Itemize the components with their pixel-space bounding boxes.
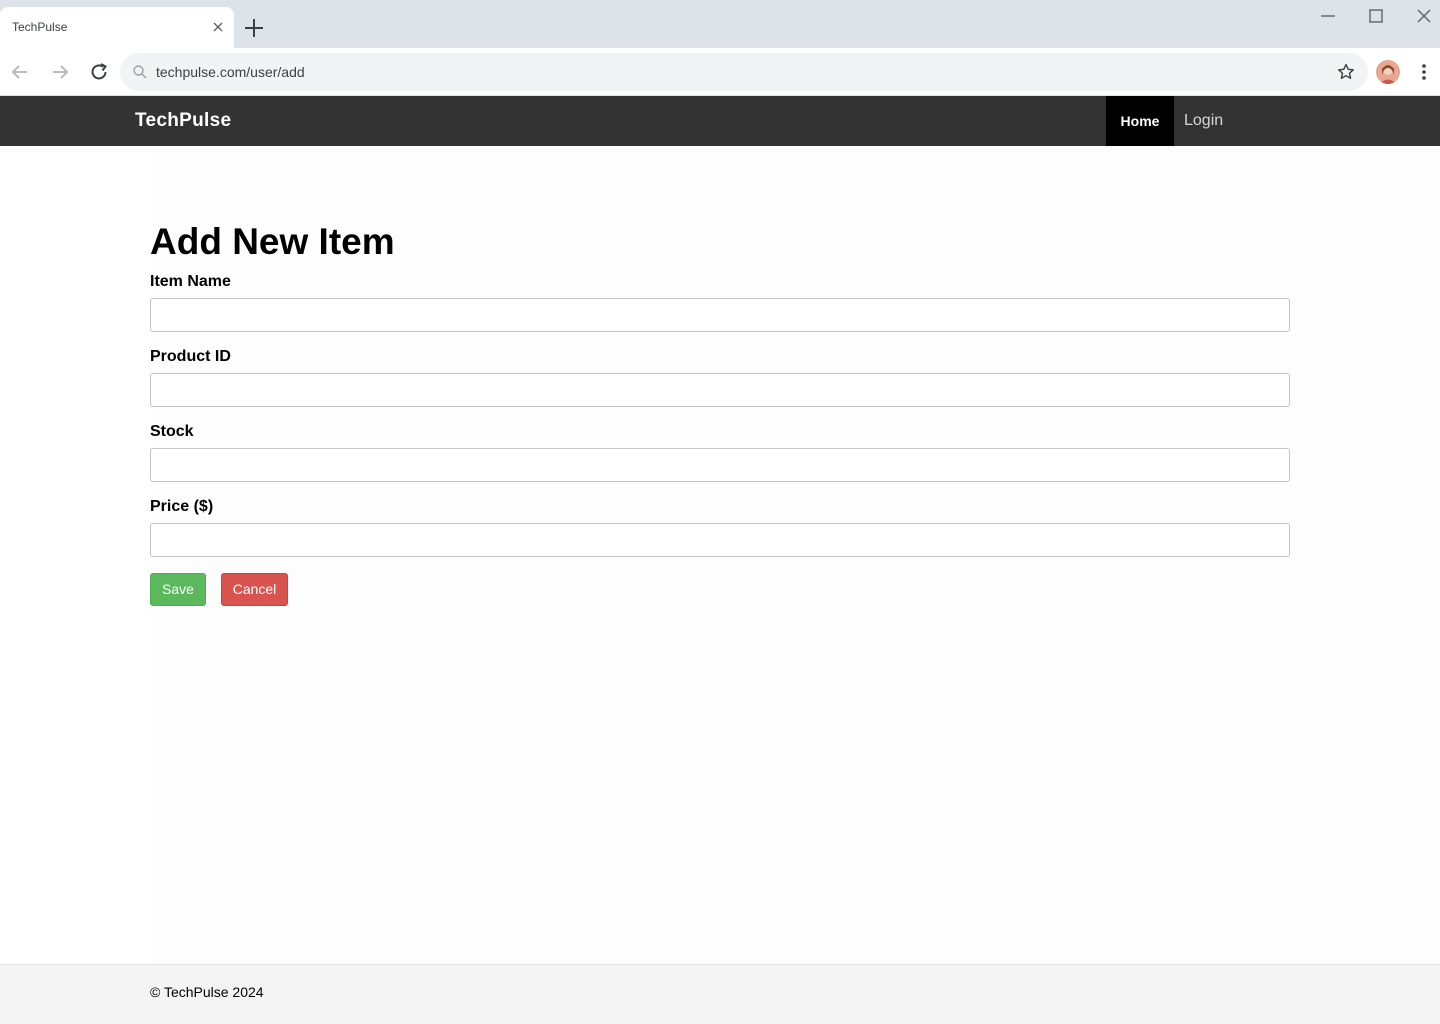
product-id-input[interactable] bbox=[150, 373, 1290, 407]
browser-tab-bar: TechPulse bbox=[0, 0, 1440, 48]
footer-copyright: © TechPulse 2024 bbox=[150, 984, 264, 1000]
browser-tab[interactable]: TechPulse bbox=[0, 7, 234, 48]
stock-input[interactable] bbox=[150, 448, 1290, 482]
search-icon bbox=[132, 64, 148, 80]
tab-title: TechPulse bbox=[12, 20, 68, 34]
save-button[interactable]: Save bbox=[150, 573, 206, 606]
item-name-label: Item Name bbox=[150, 273, 231, 290]
product-id-label: Product ID bbox=[150, 348, 231, 365]
nav-home-link[interactable]: Home bbox=[1106, 96, 1174, 146]
site-logo[interactable]: TechPulse bbox=[135, 110, 231, 132]
maximize-icon[interactable] bbox=[1366, 6, 1386, 26]
close-icon[interactable] bbox=[210, 19, 226, 35]
item-name-input[interactable] bbox=[150, 298, 1290, 332]
star-icon[interactable] bbox=[1336, 62, 1356, 82]
minimize-icon[interactable] bbox=[1318, 6, 1338, 26]
plus-icon[interactable] bbox=[243, 17, 265, 39]
site-header: TechPulse Home Login bbox=[0, 96, 1440, 146]
site-footer: © TechPulse 2024 bbox=[0, 964, 1440, 1024]
more-icon[interactable] bbox=[1414, 60, 1434, 84]
stock-label: Stock bbox=[150, 423, 194, 440]
address-bar[interactable]: techpulse.com/user/add bbox=[120, 53, 1368, 91]
browser-toolbar: techpulse.com/user/add bbox=[0, 48, 1440, 96]
cancel-button[interactable]: Cancel bbox=[221, 573, 288, 606]
address-url: techpulse.com/user/add bbox=[156, 64, 305, 80]
forward-icon[interactable] bbox=[48, 60, 72, 84]
close-window-icon[interactable] bbox=[1414, 6, 1434, 26]
page-title: Add New Item bbox=[150, 221, 395, 262]
nav-login-link[interactable]: Login bbox=[1184, 96, 1223, 146]
back-icon[interactable] bbox=[8, 60, 32, 84]
price-input[interactable] bbox=[150, 523, 1290, 557]
price-label: Price ($) bbox=[150, 498, 214, 515]
reload-icon[interactable] bbox=[87, 60, 111, 84]
avatar[interactable] bbox=[1376, 60, 1400, 84]
